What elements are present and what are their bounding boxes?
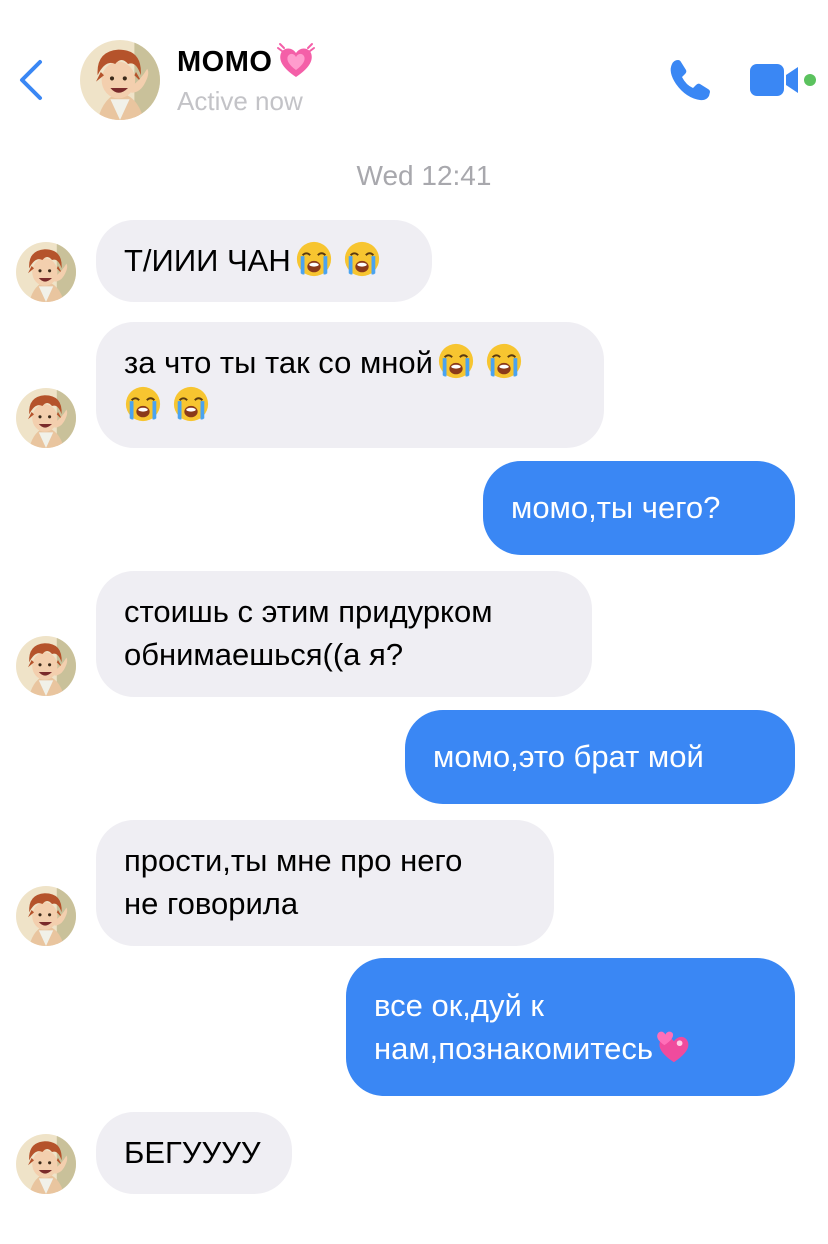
crying-face-icon <box>485 342 523 380</box>
crying-face-icon <box>124 385 162 423</box>
message-text: за что ты так со мной <box>124 345 433 380</box>
message-text: стоишь с этим придурком обнимаешься((а я… <box>124 594 493 672</box>
growing-heart-icon <box>277 43 316 77</box>
online-dot-icon <box>804 74 816 86</box>
contact-name: МОМО <box>177 45 273 78</box>
contact-avatar[interactable] <box>80 40 160 120</box>
video-call-button[interactable] <box>748 60 820 100</box>
message-bubble-incoming[interactable]: за что ты так со мной <box>96 322 604 448</box>
message-text: БЕГУУУУ <box>124 1135 261 1170</box>
message-bubble-outgoing[interactable]: момо,это брат мой <box>405 710 795 804</box>
audio-call-button[interactable] <box>666 56 714 104</box>
message-text: момо,ты чего? <box>511 490 721 525</box>
message-bubble-incoming[interactable]: стоишь с этим придурком обнимаешься((а я… <box>96 571 592 697</box>
message-text: Т/ИИИ ЧАН <box>124 243 291 278</box>
contact-title[interactable]: МОМО <box>177 40 316 84</box>
two-hearts-icon <box>657 1031 689 1063</box>
crying-face-icon <box>343 240 380 278</box>
message-bubble-incoming[interactable]: прости,ты мне про него не говорила <box>96 820 554 946</box>
sender-avatar[interactable] <box>16 636 76 696</box>
sender-avatar[interactable] <box>16 242 76 302</box>
crying-face-icon <box>295 240 332 278</box>
chevron-left-icon <box>20 60 42 100</box>
phone-icon <box>670 60 710 101</box>
crying-face-icon <box>437 342 475 380</box>
message-bubble-outgoing[interactable]: все ок,дуй к нам,познакомитесь <box>346 958 795 1096</box>
crying-face-icon <box>172 385 210 423</box>
message-bubble-incoming[interactable]: Т/ИИИ ЧАН <box>96 220 432 302</box>
active-status: Active now <box>177 86 303 116</box>
back-button[interactable] <box>14 58 50 102</box>
message-text: все ок,дуй к нам,познакомитесь <box>374 988 654 1066</box>
message-bubble-incoming[interactable]: БЕГУУУУ <box>96 1112 292 1194</box>
message-bubble-outgoing[interactable]: момо,ты чего? <box>483 461 795 555</box>
timestamp-divider: Wed 12:41 <box>356 160 492 191</box>
sender-avatar[interactable] <box>16 886 76 946</box>
video-camera-icon <box>750 64 816 96</box>
sender-avatar[interactable] <box>16 388 76 448</box>
sender-avatar[interactable] <box>16 1134 76 1194</box>
message-text: прости,ты мне про него не говорила <box>124 843 463 921</box>
conversation-header: МОМО Active now <box>0 0 828 150</box>
message-text: момо,это брат мой <box>433 739 704 774</box>
